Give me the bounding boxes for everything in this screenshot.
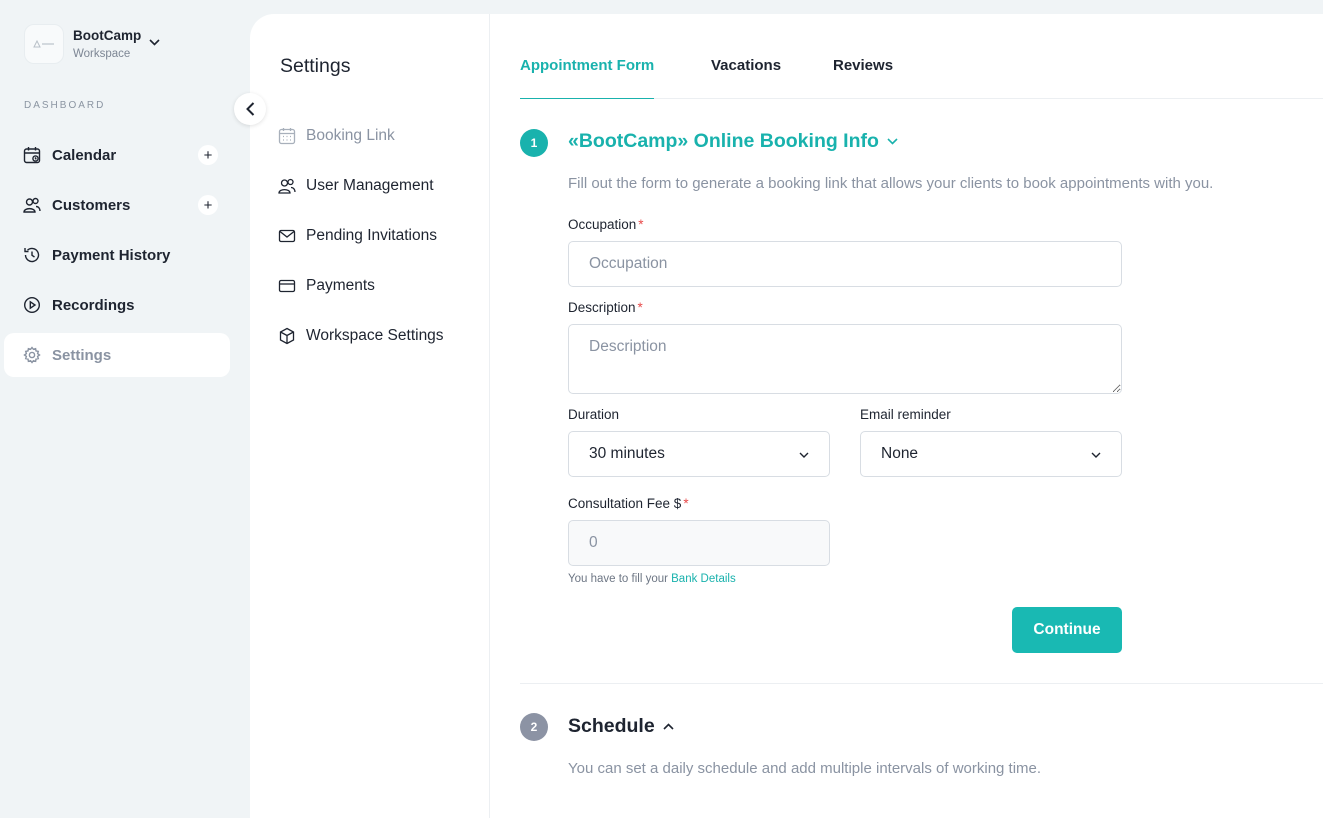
email-reminder-value: None: [881, 445, 919, 462]
duration-select[interactable]: 30 minutes: [568, 431, 830, 477]
required-mark: *: [683, 496, 689, 511]
main-panel: Settings Booking Link User Management Pe…: [250, 14, 1323, 818]
occupation-input[interactable]: [568, 241, 1122, 287]
consultation-fee-label: Consultation Fee $ *: [568, 496, 689, 511]
settings-title: Settings: [280, 55, 351, 77]
workspace-subtitle: Workspace: [73, 47, 131, 60]
sidebar-item-label: Payment History: [52, 246, 171, 264]
sidebar: BootCamp Workspace DASHBOARD Calendar +: [0, 0, 250, 818]
credit-card-icon: [278, 277, 296, 295]
section-description: Fill out the form to generate a booking …: [568, 175, 1214, 192]
settings-item-label: Payments: [306, 277, 375, 294]
settings-item-label: User Management: [306, 177, 434, 194]
section-description: You can set a daily schedule and add mul…: [568, 760, 1042, 777]
occupation-label: Occupation *: [568, 217, 644, 232]
settings-item-label: Booking Link: [306, 127, 395, 144]
calendar-icon: [278, 127, 296, 145]
dashboard-section-label: DASHBOARD: [24, 100, 106, 111]
chevron-down-icon: [887, 138, 898, 145]
add-customer-button[interactable]: +: [198, 195, 218, 215]
sidebar-item-settings[interactable]: Settings: [4, 333, 230, 377]
settings-item-pending-invitations[interactable]: Pending Invitations: [278, 221, 444, 251]
step-badge: 2: [520, 713, 548, 741]
play-circle-icon: [23, 296, 41, 314]
chevron-down-icon: [799, 445, 809, 463]
add-calendar-button[interactable]: +: [198, 145, 218, 165]
workspace-name: BootCamp: [73, 27, 142, 43]
settings-item-payments[interactable]: Payments: [278, 271, 444, 301]
section-title: «BootCamp» Online Booking Info: [568, 130, 879, 152]
email-reminder-label: Email reminder: [860, 407, 951, 422]
chevron-down-icon: [149, 38, 160, 46]
chevron-up-icon: [663, 723, 674, 730]
users-icon: [278, 177, 296, 195]
logo-icon: [33, 40, 54, 48]
gear-icon: [23, 346, 41, 364]
sidebar-item-label: Calendar: [52, 146, 117, 164]
chevron-down-icon: [1091, 445, 1101, 463]
settings-nav: Booking Link User Management Pending Inv…: [278, 121, 444, 371]
continue-button[interactable]: Continue: [1012, 607, 1122, 653]
section-divider: [520, 683, 1323, 684]
duration-label: Duration: [568, 407, 620, 422]
calendar-icon: [23, 146, 41, 164]
required-mark: *: [637, 300, 643, 315]
settings-item-workspace-settings[interactable]: Workspace Settings: [278, 321, 444, 351]
cube-icon: [278, 327, 296, 345]
tab-vacations[interactable]: Vacations: [711, 57, 781, 98]
sidebar-item-label: Settings: [52, 346, 112, 364]
sidebar-item-payment-history[interactable]: Payment History: [4, 233, 230, 277]
settings-item-booking-link[interactable]: Booking Link: [278, 121, 444, 151]
sidebar-item-calendar[interactable]: Calendar +: [4, 133, 230, 177]
description-textarea[interactable]: [568, 324, 1122, 394]
email-reminder-select[interactable]: None: [860, 431, 1122, 477]
sidebar-item-recordings[interactable]: Recordings: [4, 283, 230, 327]
section-booking-info-toggle[interactable]: «BootCamp» Online Booking Info: [568, 130, 898, 153]
duration-value: 30 minutes: [589, 445, 665, 462]
workspace-logo: [24, 24, 64, 64]
bank-details-hint: You have to fill your Bank Details: [568, 573, 736, 585]
workspace-switcher[interactable]: BootCamp Workspace: [24, 24, 160, 64]
settings-item-label: Workspace Settings: [306, 327, 444, 344]
sidebar-item-label: Recordings: [52, 296, 135, 314]
settings-item-label: Pending Invitations: [306, 227, 437, 244]
envelope-icon: [278, 227, 296, 245]
settings-nav-column: Settings Booking Link User Management Pe…: [250, 14, 490, 818]
bank-details-link[interactable]: Bank Details: [671, 573, 736, 585]
tab-appointment-form[interactable]: Appointment Form: [520, 57, 655, 99]
sidebar-nav: Calendar + Customers + Payment History R…: [4, 133, 230, 383]
settings-item-user-management[interactable]: User Management: [278, 171, 444, 201]
section-title: Schedule: [568, 715, 655, 737]
users-icon: [23, 196, 41, 214]
section-schedule-toggle[interactable]: Schedule: [568, 715, 674, 738]
chevron-left-icon: [245, 102, 254, 116]
sidebar-item-customers[interactable]: Customers +: [4, 183, 230, 227]
description-label: Description *: [568, 300, 643, 315]
step-badge: 1: [520, 129, 548, 157]
consultation-fee-input[interactable]: [568, 520, 830, 566]
history-icon: [23, 246, 41, 264]
sidebar-item-label: Customers: [52, 196, 131, 214]
tab-reviews[interactable]: Reviews: [833, 57, 893, 98]
collapse-sidebar-button[interactable]: [234, 93, 266, 125]
tab-bar: Appointment Form Vacations Reviews: [520, 14, 1323, 99]
required-mark: *: [638, 217, 644, 232]
